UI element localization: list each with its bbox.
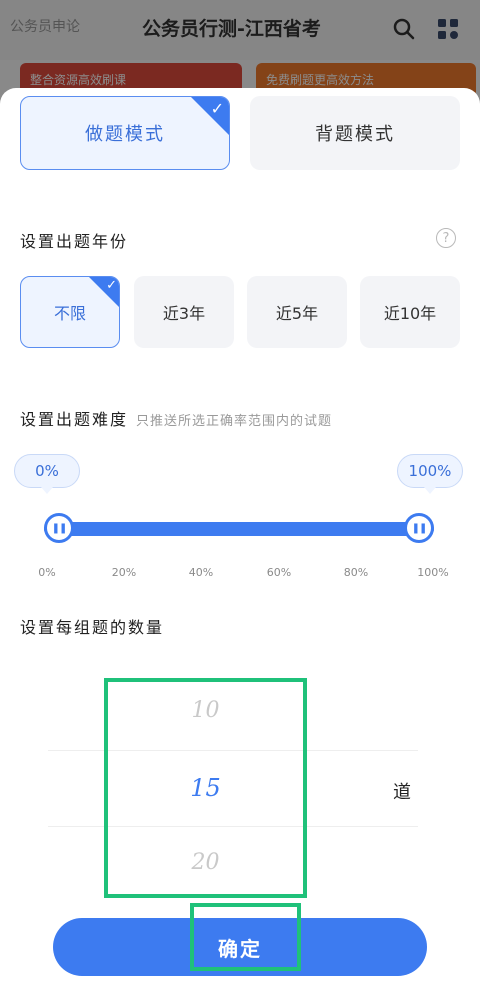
year-option-3-years[interactable]: 近3年 [134,276,234,348]
highlight-box-confirm [190,903,301,971]
practice-mode-label: 做题模式 [85,124,165,145]
highlight-box-picker [104,678,307,898]
slider-handle-high[interactable]: ❚❚ [404,513,434,543]
difficulty-title-text: 设置出题难度 [20,410,129,429]
year-option-label: 近3年 [162,304,206,323]
memorize-mode-label: 背题模式 [315,124,395,145]
memorize-mode-button[interactable]: 背题模式 [250,96,460,170]
difficulty-slider-track[interactable] [44,522,434,536]
slider-tick-label: 60% [266,566,292,579]
slider-handle-low[interactable]: ❚❚ [44,513,74,543]
slider-tick-label: 80% [343,566,369,579]
check-icon: ✓ [106,278,117,293]
year-option-10-years[interactable]: 近10年 [360,276,460,348]
count-unit-label: 道 [393,782,411,803]
count-section-title: 设置每组题的数量 [20,618,165,637]
year-option-5-years[interactable]: 近5年 [247,276,347,348]
difficulty-hint: 只推送所选正确率范围内的试题 [136,414,333,429]
slider-tick-label: 100% [417,566,449,579]
question-circle-icon[interactable]: ? [436,228,456,248]
slider-tick-label: 40% [188,566,214,579]
slider-tick-label: 0% [38,566,56,579]
settings-sheet: 做题模式 ✓ 背题模式 设置出题年份 ? 不限 ✓ 近3年 近5年 近10年 设… [0,88,480,994]
year-option-unlimited[interactable]: 不限 ✓ [20,276,120,348]
year-option-label: 近5年 [275,304,319,323]
difficulty-section-title: 设置出题难度 只推送所选正确率范围内的试题 [20,406,332,430]
slider-tick-label: 20% [111,566,137,579]
year-section-title: 设置出题年份 [20,232,129,251]
year-option-label: 近10年 [383,304,437,323]
high-value-bubble: 100% [397,454,463,494]
practice-mode-button[interactable]: 做题模式 ✓ [20,96,230,170]
year-option-label: 不限 [53,304,86,323]
low-value-bubble: 0% [14,454,80,494]
check-icon: ✓ [210,99,226,118]
